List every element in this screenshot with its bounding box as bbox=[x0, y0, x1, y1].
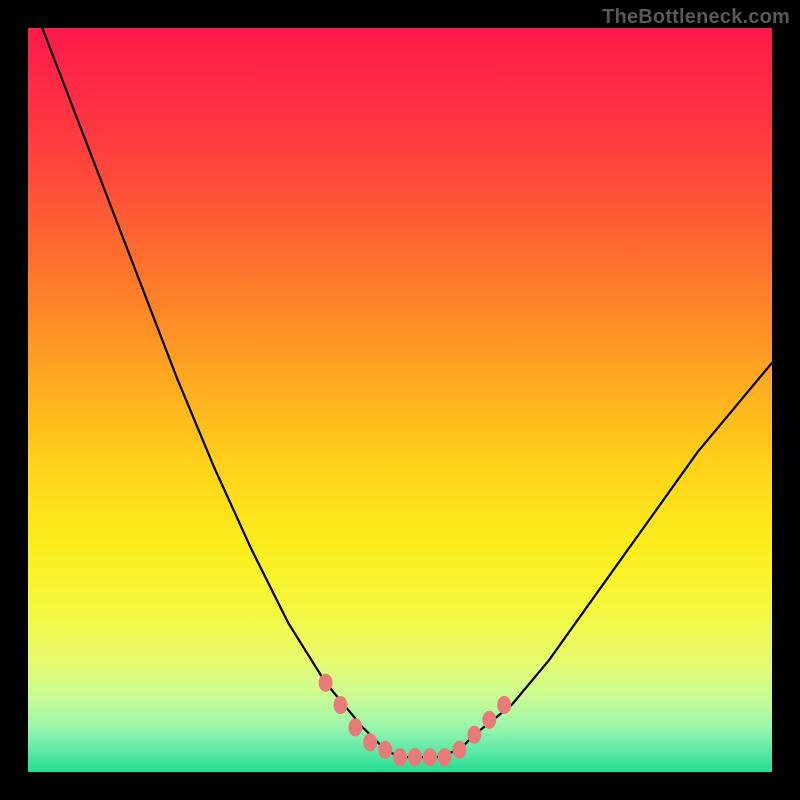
marker-point bbox=[378, 741, 392, 759]
marker-point bbox=[438, 748, 452, 766]
heatmap-background bbox=[28, 28, 772, 772]
marker-point bbox=[497, 696, 511, 714]
marker-point bbox=[453, 741, 467, 759]
watermark-text: TheBottleneck.com bbox=[602, 6, 790, 29]
marker-point bbox=[319, 674, 333, 692]
marker-point bbox=[348, 718, 362, 736]
marker-point bbox=[423, 748, 437, 766]
marker-point bbox=[363, 733, 377, 751]
marker-point bbox=[467, 726, 481, 744]
marker-point bbox=[334, 696, 348, 714]
marker-point bbox=[408, 748, 422, 766]
chart-frame: TheBottleneck.com bbox=[0, 0, 800, 800]
marker-point bbox=[393, 748, 407, 766]
bottleneck-chart bbox=[28, 28, 772, 772]
chart-svg bbox=[28, 28, 772, 772]
marker-point bbox=[482, 711, 496, 729]
